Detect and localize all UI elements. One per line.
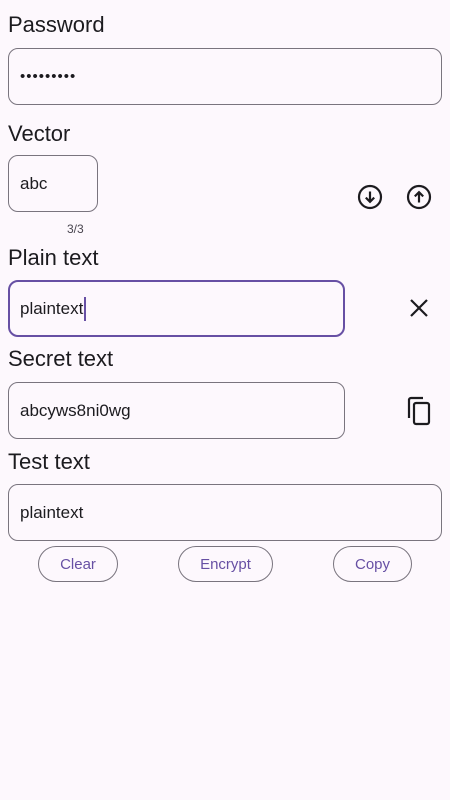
password-field[interactable]: ••••••••• xyxy=(8,48,442,105)
secret-text-field[interactable]: abcyws8ni0wg xyxy=(8,382,345,439)
test-text-field[interactable]: plaintext xyxy=(8,484,442,541)
copy-button-label: Copy xyxy=(354,555,391,573)
copy-icon xyxy=(407,396,431,426)
download-vector-button[interactable] xyxy=(350,177,390,217)
clear-plain-text-button[interactable] xyxy=(399,288,439,328)
upload-vector-button[interactable] xyxy=(399,177,439,217)
plain-text-value: plaintext xyxy=(20,298,84,318)
encrypt-button-label: Encrypt xyxy=(200,555,251,573)
copy-secret-button[interactable] xyxy=(399,391,439,431)
vector-value: abc xyxy=(20,173,48,193)
clear-button[interactable]: Clear xyxy=(38,546,118,582)
text-cursor xyxy=(84,296,87,321)
clear-button-label: Clear xyxy=(60,555,96,573)
test-text-value: plaintext xyxy=(20,502,84,522)
vector-label: Vector xyxy=(8,121,71,146)
copy-button[interactable]: Copy xyxy=(333,546,412,582)
test-text-label: Test text xyxy=(8,449,90,474)
vector-char-counter: 3/3 xyxy=(67,222,84,236)
close-icon xyxy=(410,299,428,317)
vector-field[interactable]: abc xyxy=(8,155,98,212)
plain-text-field[interactable]: plaintext xyxy=(8,280,345,337)
arrow-up-circle-icon xyxy=(406,184,432,210)
arrow-down-circle-icon xyxy=(357,184,383,210)
secret-text-label: Secret text xyxy=(8,346,114,371)
plain-text-label: Plain text xyxy=(8,245,99,270)
encrypt-button[interactable]: Encrypt xyxy=(178,546,273,582)
password-label: Password xyxy=(8,12,105,37)
secret-text-value: abcyws8ni0wg xyxy=(20,400,131,420)
password-value: ••••••••• xyxy=(20,68,77,85)
